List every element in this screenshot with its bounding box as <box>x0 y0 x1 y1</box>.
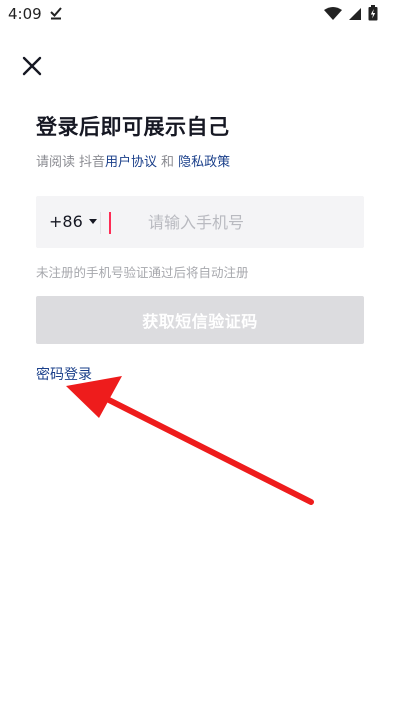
wifi-icon <box>324 6 342 25</box>
agreement-app-name: 抖音 <box>79 155 106 170</box>
agreement-and: 和 <box>161 155 175 170</box>
status-time: 4:09 <box>8 5 42 23</box>
password-login-link[interactable]: 密码登录 <box>36 364 92 384</box>
status-bar: 4:09 <box>0 0 400 28</box>
agreement-text: 请阅读 抖音用户协议和隐私政策 <box>36 151 230 170</box>
phone-input[interactable] <box>148 206 353 238</box>
country-code-selector[interactable]: +86 <box>49 212 97 231</box>
privacy-policy-link[interactable]: 隐私政策 <box>178 155 230 170</box>
signal-icon <box>348 6 362 25</box>
caret-down-icon <box>88 219 97 224</box>
download-done-icon <box>49 5 63 24</box>
phone-input-box[interactable]: +86 <box>36 196 364 248</box>
close-icon <box>22 56 42 76</box>
get-sms-code-button[interactable]: 获取短信验证码 <box>36 296 364 344</box>
page-title: 登录后即可展示自己 <box>36 115 230 139</box>
status-icons <box>324 5 378 25</box>
auto-register-hint: 未注册的手机号验证通过后将自动注册 <box>36 265 249 280</box>
country-code: +86 <box>49 212 83 231</box>
annotation-arrow <box>66 376 314 505</box>
input-divider <box>100 212 101 234</box>
text-cursor <box>109 212 111 234</box>
close-button[interactable] <box>20 54 44 78</box>
user-agreement-link[interactable]: 用户协议 <box>105 155 157 170</box>
battery-charging-icon <box>368 5 378 25</box>
agreement-prefix: 请阅读 <box>36 155 76 170</box>
